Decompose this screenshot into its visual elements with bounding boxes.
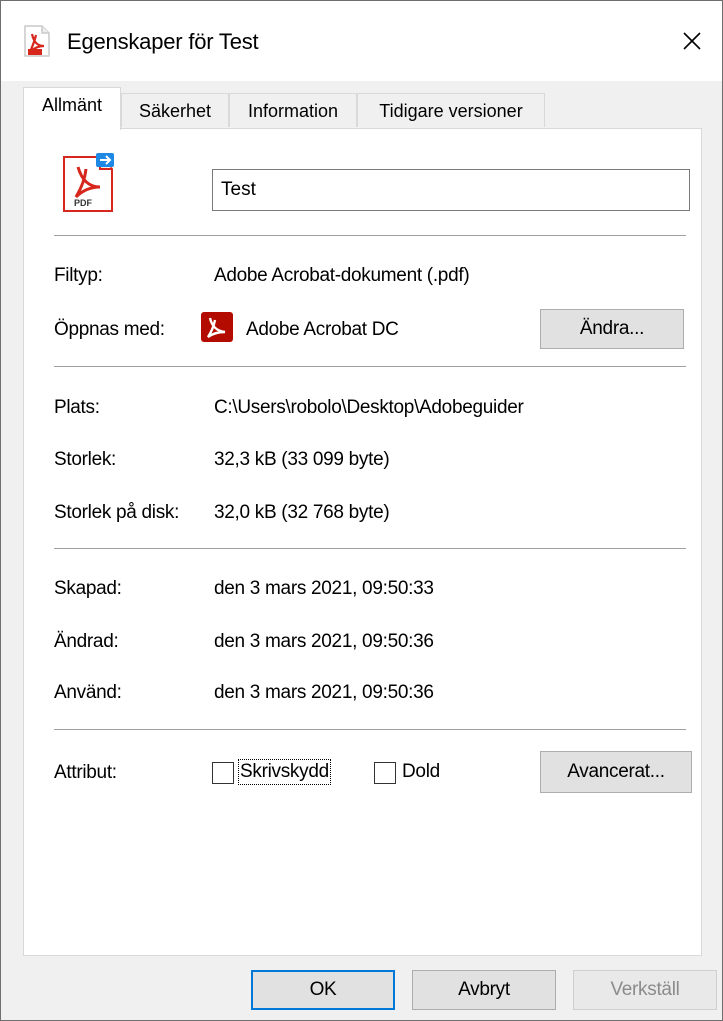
attributes-label: Attribut: <box>54 762 117 783</box>
created-value: den 3 mars 2021, 09:50:33 <box>214 578 434 599</box>
accessed-value: den 3 mars 2021, 09:50:36 <box>214 682 434 703</box>
general-panel: PDF Filtyp: Adobe Acrobat-dokument (.pdf… <box>23 128 702 956</box>
readonly-checkbox-label[interactable]: Skrivskydd <box>238 759 331 785</box>
accessed-label: Använd: <box>54 682 122 703</box>
separator <box>54 366 686 367</box>
pdf-icon-caption: PDF <box>74 198 93 208</box>
tab-general[interactable]: Allmänt <box>23 87 121 130</box>
advanced-button-label: Avancerat... <box>567 761 665 782</box>
filetype-value: Adobe Acrobat-dokument (.pdf) <box>214 265 470 286</box>
advanced-button[interactable]: Avancerat... <box>540 751 692 793</box>
size-on-disk-value: 32,0 kB (32 768 byte) <box>214 502 390 523</box>
separator <box>54 548 686 549</box>
title-bar[interactable]: Egenskaper för Test <box>1 1 722 81</box>
hidden-checkbox[interactable] <box>374 762 396 784</box>
size-label: Storlek: <box>54 449 117 470</box>
apply-button-label: Verkställ <box>610 979 680 1000</box>
tab-security[interactable]: Säkerhet <box>121 93 229 127</box>
tab-strip: Allmänt Säkerhet Information Tidigare ve… <box>23 87 722 130</box>
opens-with-value: Adobe Acrobat DC <box>246 319 399 340</box>
readonly-checkbox[interactable] <box>212 762 234 784</box>
cancel-button[interactable]: Avbryt <box>412 970 556 1010</box>
separator <box>54 729 686 730</box>
pdf-document-icon: PDF <box>63 153 114 212</box>
properties-dialog: Egenskaper för Test Allmänt Säkerhet Inf… <box>0 0 723 1021</box>
acrobat-app-icon <box>201 312 233 342</box>
change-button[interactable]: Ändra... <box>540 309 684 349</box>
size-on-disk-label: Storlek på disk: <box>54 502 180 523</box>
close-icon <box>683 32 701 50</box>
close-button[interactable] <box>662 1 722 81</box>
tab-details[interactable]: Information <box>229 93 357 127</box>
ok-button-label: OK <box>309 979 337 1000</box>
ok-button[interactable]: OK <box>251 970 395 1010</box>
separator <box>54 235 686 236</box>
opens-with-label: Öppnas med: <box>54 319 165 340</box>
tab-previous-versions[interactable]: Tidigare versioner <box>357 93 545 127</box>
hidden-checkbox-label[interactable]: Dold <box>402 761 440 783</box>
window-title: Egenskaper för Test <box>67 29 259 54</box>
location-label: Plats: <box>54 397 100 418</box>
size-value: 32,3 kB (33 099 byte) <box>214 449 390 470</box>
filetype-label: Filtyp: <box>54 265 103 286</box>
change-button-label: Ändra... <box>579 318 645 339</box>
location-value: C:\Users\robolo\Desktop\Adobeguider <box>214 397 524 418</box>
created-label: Skapad: <box>54 578 122 599</box>
filename-input[interactable] <box>212 169 690 211</box>
pdf-file-icon <box>24 25 50 57</box>
apply-button[interactable]: Verkställ <box>573 970 717 1010</box>
cancel-button-label: Avbryt <box>458 979 510 1000</box>
modified-value: den 3 mars 2021, 09:50:36 <box>214 631 434 652</box>
modified-label: Ändrad: <box>54 631 119 652</box>
